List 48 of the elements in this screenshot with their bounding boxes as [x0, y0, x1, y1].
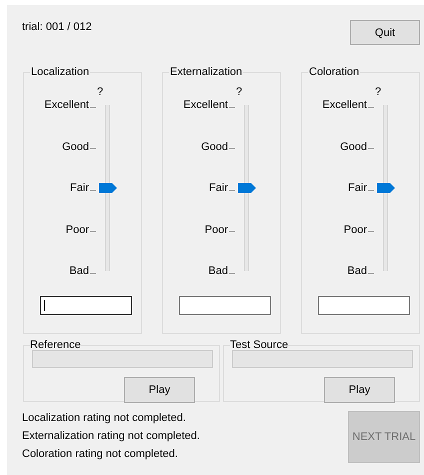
- tick-mark: [229, 272, 235, 274]
- group-title: Reference: [30, 340, 81, 350]
- input-field[interactable]: [179, 296, 271, 315]
- unknown-marker: ?: [235, 86, 244, 98]
- unknown-marker: ?: [374, 86, 382, 98]
- tick-mark: [229, 106, 235, 108]
- scale-label: Bad: [208, 265, 228, 277]
- scale-label: Fair: [70, 182, 89, 194]
- scale-label: Excellent: [183, 99, 228, 111]
- group-title: Test Source: [230, 340, 288, 350]
- scale-label: Bad: [347, 265, 367, 277]
- status-message: Externalization rating not completed.: [22, 430, 200, 443]
- scale-label: Good: [340, 140, 367, 152]
- unknown-marker: ?: [96, 86, 104, 98]
- scale-label: Good: [62, 140, 89, 152]
- tick-mark: [229, 231, 235, 232]
- scale-label: Poor: [204, 224, 228, 236]
- tick-mark: [229, 148, 235, 149]
- scale-label: Poor: [344, 224, 367, 236]
- slider-thumb[interactable]: [238, 183, 256, 193]
- input-field[interactable]: [40, 296, 132, 315]
- status-message: Localization rating not completed.: [22, 412, 187, 425]
- tick-mark: [368, 272, 374, 274]
- tick-mark: [368, 231, 374, 232]
- group-title: Externalization: [169, 66, 244, 78]
- scale-label: Good: [201, 140, 228, 152]
- group-title: Coloration: [308, 66, 360, 78]
- tick-mark: [90, 272, 96, 274]
- scale-label: Fair: [348, 182, 367, 194]
- play-button[interactable]: Play: [324, 377, 395, 403]
- tick-mark: [368, 148, 374, 149]
- slider-thumb[interactable]: [377, 183, 395, 193]
- scale-label: Excellent: [322, 99, 367, 111]
- tick-mark: [90, 106, 96, 108]
- tick-mark: [90, 231, 96, 232]
- status-message: Coloration rating not completed.: [22, 448, 179, 461]
- play-button[interactable]: Play: [124, 377, 195, 403]
- trial-counter: trial: 001 / 012: [22, 21, 92, 33]
- tick-mark: [368, 106, 374, 108]
- group-title: Localization: [30, 66, 90, 78]
- scale-label: Excellent: [44, 99, 89, 111]
- quit-button[interactable]: Quit: [350, 20, 420, 45]
- tick-mark: [90, 148, 96, 149]
- slider-thumb[interactable]: [99, 183, 117, 193]
- input-field[interactable]: [318, 296, 410, 315]
- scale-label: Poor: [66, 224, 89, 236]
- scale-label: Fair: [209, 182, 228, 194]
- scale-label: Bad: [69, 265, 89, 277]
